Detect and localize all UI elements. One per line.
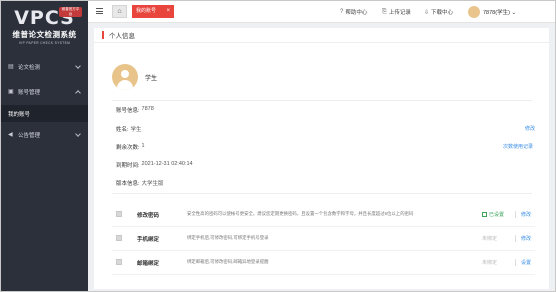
chevron-down-icon: ⌄ [511, 10, 517, 16]
topbar: ⌂ 我的账号 × ? 帮助中心 ⎘ 上传记录 ⇩ 下载中心 7878(学生) ⌄ [88, 1, 555, 23]
security-title: 手机绑定 [137, 237, 160, 243]
page-title: 个人信息 [109, 33, 135, 40]
logo-en-title: VIP PAPER CHECK SYSTEM [18, 41, 71, 45]
accent-bar [102, 31, 104, 39]
change-password-link[interactable]: 修改 [521, 211, 531, 218]
chevron-down-icon [75, 63, 81, 69]
lock-icon [116, 211, 122, 217]
security-row-email: 邮箱绑定 绑定邮箱后,可修改密码,邮箱异地登录提醒 未绑定 设置 [112, 251, 535, 275]
upload-icon: ⎘ [382, 8, 387, 15]
info-value: 学生 [130, 127, 142, 133]
chevron-down-icon [75, 131, 81, 137]
divider [515, 259, 516, 266]
help-label: 帮助中心 [345, 10, 368, 16]
avatar-head-shape [121, 70, 129, 78]
chevron-up-icon [75, 90, 81, 96]
profile-block: 学生 [112, 64, 157, 90]
logo-cn-title: 维普论文检测系统 [12, 30, 77, 39]
sidebar-item-label: 账号管理 [18, 90, 41, 96]
sidebar-item-label: 我的账号 [8, 111, 31, 118]
menu-toggle-icon[interactable] [96, 8, 103, 14]
info-row-remaining: 剩余次数: 1 [116, 143, 145, 151]
sidebar-item-label: 论文检测 [18, 65, 41, 71]
info-value: 大学生版 [141, 181, 164, 187]
security-title: 邮箱绑定 [137, 261, 160, 267]
usage-record-link[interactable]: 次数使用记录 [503, 143, 533, 150]
info-value: 2021-12-31 02:40:14 [141, 161, 193, 167]
avatar[interactable] [468, 6, 480, 18]
avatar-body-shape [117, 80, 133, 90]
home-button[interactable]: ⌂ [112, 5, 127, 18]
tab-label: 我的账号 [136, 8, 157, 14]
info-value: 7878 [141, 106, 154, 112]
sidebar-subitem-my-account[interactable]: 我的账号 [1, 105, 88, 122]
info-row-account: 账号信息: 7878 [116, 106, 154, 114]
user-menu[interactable]: 7878(学生) ⌄ [483, 8, 516, 16]
account-icon: ▣ [8, 89, 14, 95]
download-label: 下载中心 [431, 10, 454, 16]
check-icon [482, 212, 487, 217]
security-desc: 绑定手机后,可修改密码,可绑定手机号登录 [187, 235, 269, 240]
card-header: 个人信息 [94, 28, 549, 43]
profile-name: 学生 [145, 75, 158, 82]
megaphone-icon: ◀ [8, 132, 13, 138]
help-icon: ? [340, 9, 344, 15]
info-label: 版本信息: [116, 181, 140, 187]
status-badge: 已设置 [482, 211, 504, 218]
status-badge: 未绑定 [482, 260, 498, 266]
personal-info-card: 个人信息 学生 账号信息: 7878 姓名: 学生 修改 剩余次数: 1 次数使… [94, 28, 549, 289]
security-row-phone: 手机绑定 绑定手机后,可修改密码,可绑定手机号登录 未绑定 修改 [112, 227, 535, 251]
status-badge: 未绑定 [482, 236, 498, 242]
status-text: 已设置 [489, 212, 505, 218]
upload-log-label: 上传记录 [388, 10, 411, 16]
info-row-expiry: 到期时间: 2021-12-31 02:40:14 [116, 161, 193, 169]
logo: VPCS 维普官方平台 维普论文检测系统 VIP PAPER CHECK SYS… [1, 1, 88, 53]
security-desc: 安全性高的密码可以使帐号更安全。建议您定期更换密码，且设置一个包含数字和字母，并… [187, 211, 414, 216]
security-row-password: 修改密码 安全性高的密码可以使帐号更安全。建议您定期更换密码，且设置一个包含数字… [112, 203, 535, 227]
info-label: 姓名: [116, 127, 129, 133]
security-desc: 绑定邮箱后,可修改密码,邮箱异地登录提醒 [187, 259, 269, 264]
bind-email-link[interactable]: 设置 [521, 259, 531, 266]
security-title: 修改密码 [137, 213, 160, 219]
phone-icon [116, 235, 122, 241]
bind-phone-link[interactable]: 修改 [521, 235, 531, 242]
avatar [112, 64, 138, 90]
document-icon: ▤ [8, 64, 14, 70]
info-row-version: 版本信息: 大学生版 [116, 179, 164, 187]
tab-my-account[interactable]: 我的账号 × [132, 5, 174, 18]
upload-log-link[interactable]: ⎘ 上传记录 [382, 8, 411, 17]
logo-badge: 维普官方平台 [59, 7, 82, 17]
sidebar-item-account[interactable]: ▣ 账号管理 [1, 81, 88, 103]
sidebar: VPCS 维普官方平台 维普论文检测系统 VIP PAPER CHECK SYS… [1, 1, 88, 291]
info-label: 到期时间: [116, 163, 140, 169]
logo-word: VPCS 维普官方平台 [7, 7, 82, 28]
divider [515, 235, 516, 242]
sidebar-item-label: 公告管理 [18, 133, 41, 139]
info-label: 剩余次数: [116, 145, 140, 151]
sidebar-item-announcements[interactable]: ◀ 公告管理 [1, 124, 88, 146]
divider [112, 193, 532, 194]
info-row-name: 姓名: 学生 [116, 125, 142, 133]
download-center-link[interactable]: ⇩ 下载中心 [424, 8, 454, 17]
sidebar-item-paper-check[interactable]: ▤ 论文检测 [1, 56, 88, 78]
info-label: 账号信息: [116, 108, 140, 114]
info-value: 1 [141, 143, 145, 149]
edit-name-link[interactable]: 修改 [525, 125, 535, 132]
download-icon: ⇩ [424, 9, 430, 16]
user-name-label: 7878(学生) [483, 10, 510, 16]
help-center-link[interactable]: ? 帮助中心 [340, 8, 367, 16]
divider [112, 100, 532, 101]
divider [515, 211, 516, 218]
close-icon[interactable]: × [166, 5, 170, 18]
email-icon [116, 259, 122, 265]
